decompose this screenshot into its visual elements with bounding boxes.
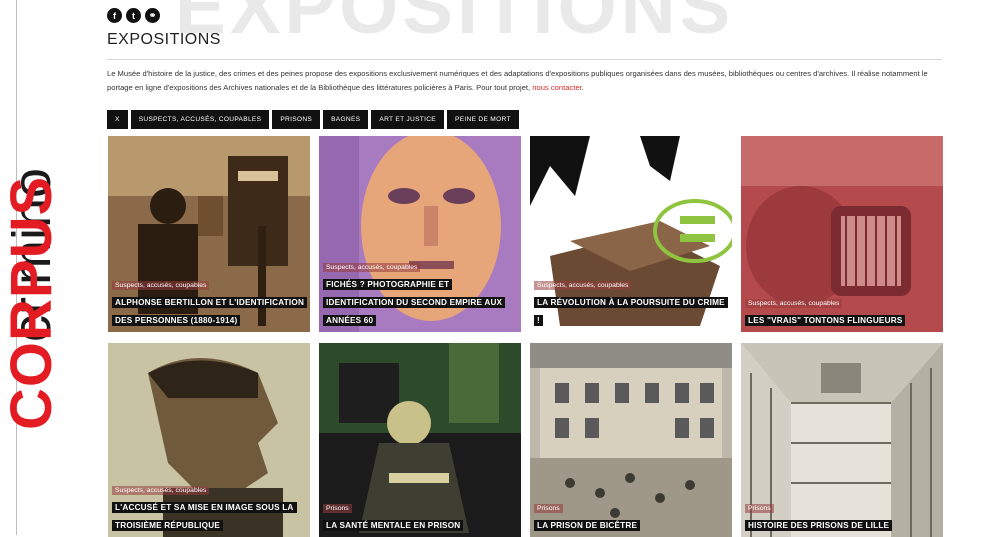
filter-peine-de-mort-button[interactable]: PEINE DE MORT [447, 110, 519, 129]
exhibition-grid: Suspects, accusés, coupables ALPHONSE BE… [108, 136, 943, 537]
exhibition-card[interactable]: Prisons LA PRISON DE BICÊTRE [530, 343, 732, 537]
card-title: LES "VRAIS" TONTONS FLINGUEURS [745, 315, 906, 326]
card-title: ALPHONSE BERTILLON ET L'IDENTIFICATION D… [112, 297, 308, 326]
intro-text: Le Musée d'histoire de la justice, des c… [107, 69, 928, 92]
twitter-icon[interactable]: t [126, 8, 141, 23]
exhibition-card[interactable]: Suspects, accusés, coupables LA RÉVOLUTI… [530, 136, 732, 332]
filter-prisons-button[interactable]: PRISONS [272, 110, 321, 129]
card-title: LA PRISON DE BICÊTRE [534, 520, 641, 531]
social-links: f t ⚭ [107, 8, 160, 23]
title-divider [107, 59, 942, 60]
contact-link[interactable]: nous contacter [532, 83, 581, 92]
exhibition-card[interactable]: Suspects, accusés, coupables L'ACCUSÉ ET… [108, 343, 310, 537]
card-title: LA RÉVOLUTION À LA POURSUITE DU CRIME ! [534, 297, 728, 326]
card-title: L'ACCUSÉ ET SA MISE EN IMAGE SOUS LA TRO… [112, 502, 297, 531]
card-title: FICHÉS ? PHOTOGRAPHIE ET IDENTIFICATION … [323, 279, 506, 326]
exhibition-card[interactable]: Suspects, accusés, coupables ALPHONSE BE… [108, 136, 310, 332]
facebook-icon[interactable]: f [107, 8, 122, 23]
card-title: LA SANTÉ MENTALE EN PRISON [323, 520, 464, 531]
intro-paragraph: Le Musée d'histoire de la justice, des c… [107, 69, 928, 92]
card-title: HISTOIRE DES PRISONS DE LILLE [745, 520, 893, 531]
exhibition-card[interactable]: Suspects, accusés, coupables FICHÉS ? PH… [319, 136, 521, 332]
card-category: Suspects, accusés, coupables [323, 263, 421, 272]
card-category: Suspects, accusés, coupables [534, 281, 632, 290]
filter-art-justice-button[interactable]: ART ET JUSTICE [371, 110, 444, 129]
title-watermark: EXPOSITIONS [175, 0, 735, 50]
card-category: Suspects, accusés, coupables [112, 486, 210, 495]
filter-clear-button[interactable]: X [107, 110, 128, 129]
card-category: Prisons [323, 504, 352, 513]
brand-logo-red[interactable]: CORPUS [0, 176, 64, 430]
card-category: Suspects, accusés, coupables [745, 299, 843, 308]
card-category: Prisons [534, 504, 563, 513]
exhibition-card[interactable]: Prisons LA SANTÉ MENTALE EN PRISON [319, 343, 521, 537]
exhibition-card[interactable]: Prisons HISTOIRE DES PRISONS DE LILLE [741, 343, 943, 537]
card-category: Prisons [745, 504, 774, 513]
link-icon[interactable]: ⚭ [145, 8, 160, 23]
card-category: Suspects, accusés, coupables [112, 281, 210, 290]
filter-bar: X SUSPECTS, ACCUSÉS, COUPABLES PRISONS B… [107, 110, 519, 129]
filter-suspects-button[interactable]: SUSPECTS, ACCUSÉS, COUPABLES [130, 110, 270, 129]
exhibition-card[interactable]: Suspects, accusés, coupables LES "VRAIS"… [741, 136, 943, 332]
page-title: EXPOSITIONS [107, 31, 221, 48]
filter-bagnes-button[interactable]: BAGNES [323, 110, 369, 129]
